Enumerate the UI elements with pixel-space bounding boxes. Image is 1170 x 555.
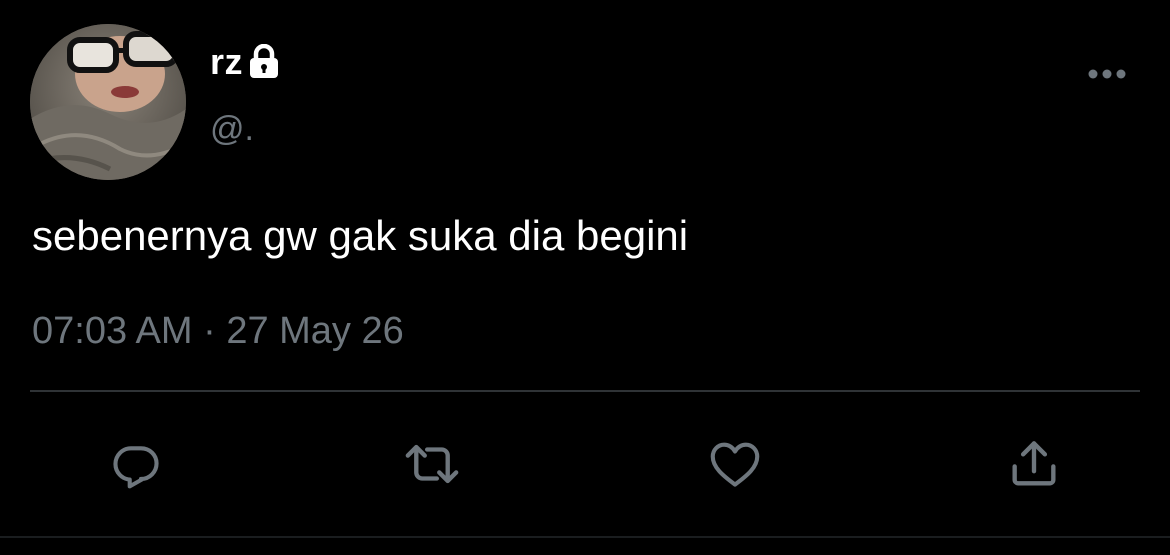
retweet-icon [405,444,459,484]
bottom-divider [0,536,1170,538]
avatar[interactable] [30,24,186,180]
tweet-text: sebenernya gw gak suka dia begini [32,212,689,259]
display-name[interactable]: rz [210,41,243,83]
user-handle[interactable]: @. [210,110,254,149]
tweet-timestamp[interactable]: 07:03 AM · 27 May 26 [32,310,404,353]
display-name-row[interactable]: rz [210,40,281,84]
retweet-button[interactable] [400,432,464,496]
heart-icon [710,442,760,487]
tweet-container: rz @. sebenernya gw gak suka dia begini … [0,0,1170,555]
reply-bubble-icon [113,446,159,489]
lock-icon [247,43,281,80]
avatar-image [30,24,186,180]
share-button[interactable] [1002,432,1066,496]
reply-button[interactable] [104,432,168,496]
share-upload-icon [1012,441,1056,486]
like-button[interactable] [703,432,767,496]
divider [30,390,1140,392]
more-horizontal-icon[interactable] [1086,64,1128,84]
